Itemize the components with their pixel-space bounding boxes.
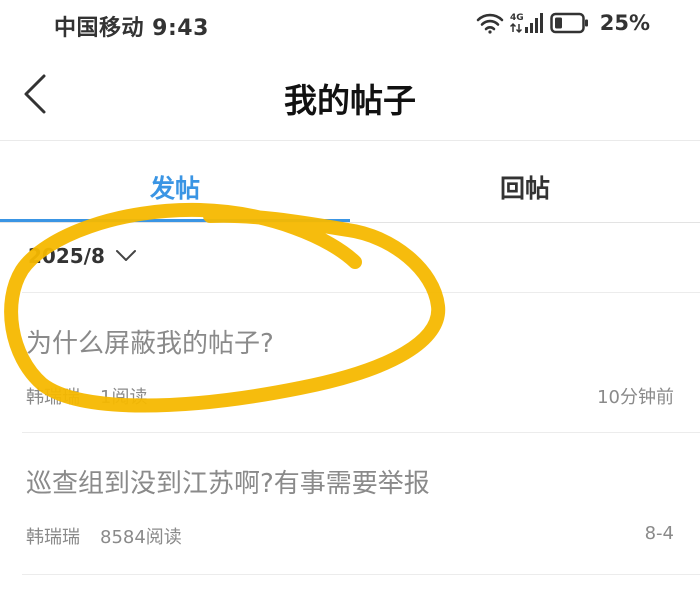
tab-divider — [0, 222, 700, 223]
tab-replies[interactable]: 回帖 — [350, 141, 700, 223]
battery-icon — [549, 11, 590, 35]
tab-bar: 发帖 回帖 — [0, 141, 700, 223]
network-type-label: 4G — [510, 13, 524, 23]
tab-posts[interactable]: 发帖 — [0, 141, 350, 223]
post-meta: 韩瑞瑞 1阅读 — [26, 383, 147, 409]
post-item[interactable]: 巡查组到没到江苏啊?有事需要举报 韩瑞瑞 8584阅读 8-4 — [22, 433, 678, 573]
post-time: 8-4 — [644, 523, 674, 544]
chevron-down-icon — [115, 250, 136, 261]
post-title: 为什么屏蔽我的帖子? — [26, 329, 274, 359]
screen: 中国移动 9:43 4G 25% 我的帖子 发帖 回帖 2025/8 为什么屏蔽… — [0, 0, 700, 593]
post-title: 巡查组到没到江苏啊?有事需要举报 — [26, 469, 430, 499]
post-reads: 8584阅读 — [100, 527, 182, 548]
signal-icon: 4G — [509, 11, 544, 35]
wifi-icon — [476, 12, 504, 34]
carrier-time: 中国移动 9:43 — [54, 16, 209, 41]
divider — [22, 574, 700, 575]
page-title: 我的帖子 — [284, 81, 416, 120]
header: 我的帖子 — [0, 52, 700, 138]
post-item[interactable]: 为什么屏蔽我的帖子? 韩瑞瑞 1阅读 10分钟前 — [22, 293, 678, 432]
battery-percent: 25% — [599, 11, 650, 35]
status-icons: 4G 25% — [476, 11, 650, 35]
post-reads: 1阅读 — [100, 387, 148, 408]
post-author: 韩瑞瑞 — [26, 387, 80, 408]
status-bar: 中国移动 9:43 4G 25% — [0, 0, 700, 48]
date-filter[interactable]: 2025/8 — [28, 244, 137, 268]
post-time: 10分钟前 — [597, 387, 674, 408]
post-author: 韩瑞瑞 — [26, 527, 80, 548]
date-filter-label: 2025/8 — [28, 244, 105, 268]
post-meta: 韩瑞瑞 8584阅读 — [26, 523, 182, 549]
